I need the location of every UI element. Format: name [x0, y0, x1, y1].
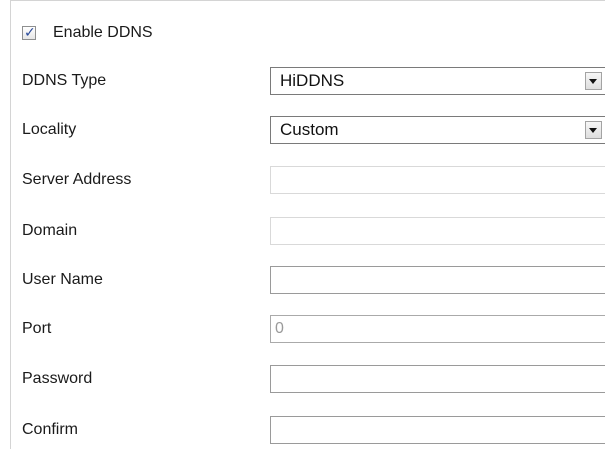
password-row: Password [0, 359, 605, 399]
chevron-down-icon[interactable] [585, 121, 602, 139]
ddns-type-row: DDNS Type HiDDNS [0, 61, 605, 101]
chevron-down-icon[interactable] [585, 72, 602, 90]
domain-label: Domain [22, 222, 78, 239]
locality-row: Locality Custom [0, 110, 605, 150]
ddns-type-value: HiDDNS [280, 71, 345, 90]
enable-ddns-row: ✓ Enable DDNS [0, 13, 605, 53]
port-row: Port 0 [0, 309, 605, 349]
enable-ddns-checkbox[interactable]: ✓ [22, 24, 36, 40]
port-label: Port [22, 320, 52, 337]
ddns-type-select[interactable]: HiDDNS [270, 67, 605, 95]
port-value: 0 [275, 320, 284, 337]
user-name-label: User Name [22, 271, 103, 288]
domain-field[interactable] [270, 217, 605, 245]
port-field[interactable]: 0 [270, 315, 605, 343]
locality-label: Locality [22, 121, 77, 138]
user-name-field[interactable] [270, 266, 605, 294]
confirm-password-field[interactable] [270, 416, 605, 444]
password-field[interactable] [270, 365, 605, 393]
check-icon: ✓ [24, 24, 36, 40]
locality-value: Custom [280, 120, 339, 139]
server-address-label: Server Address [22, 171, 132, 188]
confirm-label: Confirm [22, 421, 79, 438]
ddns-type-label: DDNS Type [22, 72, 107, 89]
server-address-row: Server Address [0, 160, 605, 200]
password-label: Password [22, 370, 93, 387]
confirm-row: Confirm [0, 410, 605, 450]
enable-ddns-label: Enable DDNS [53, 24, 153, 41]
locality-select[interactable]: Custom [270, 116, 605, 144]
server-address-field[interactable] [270, 166, 605, 194]
user-name-row: User Name [0, 260, 605, 300]
domain-row: Domain [0, 211, 605, 251]
